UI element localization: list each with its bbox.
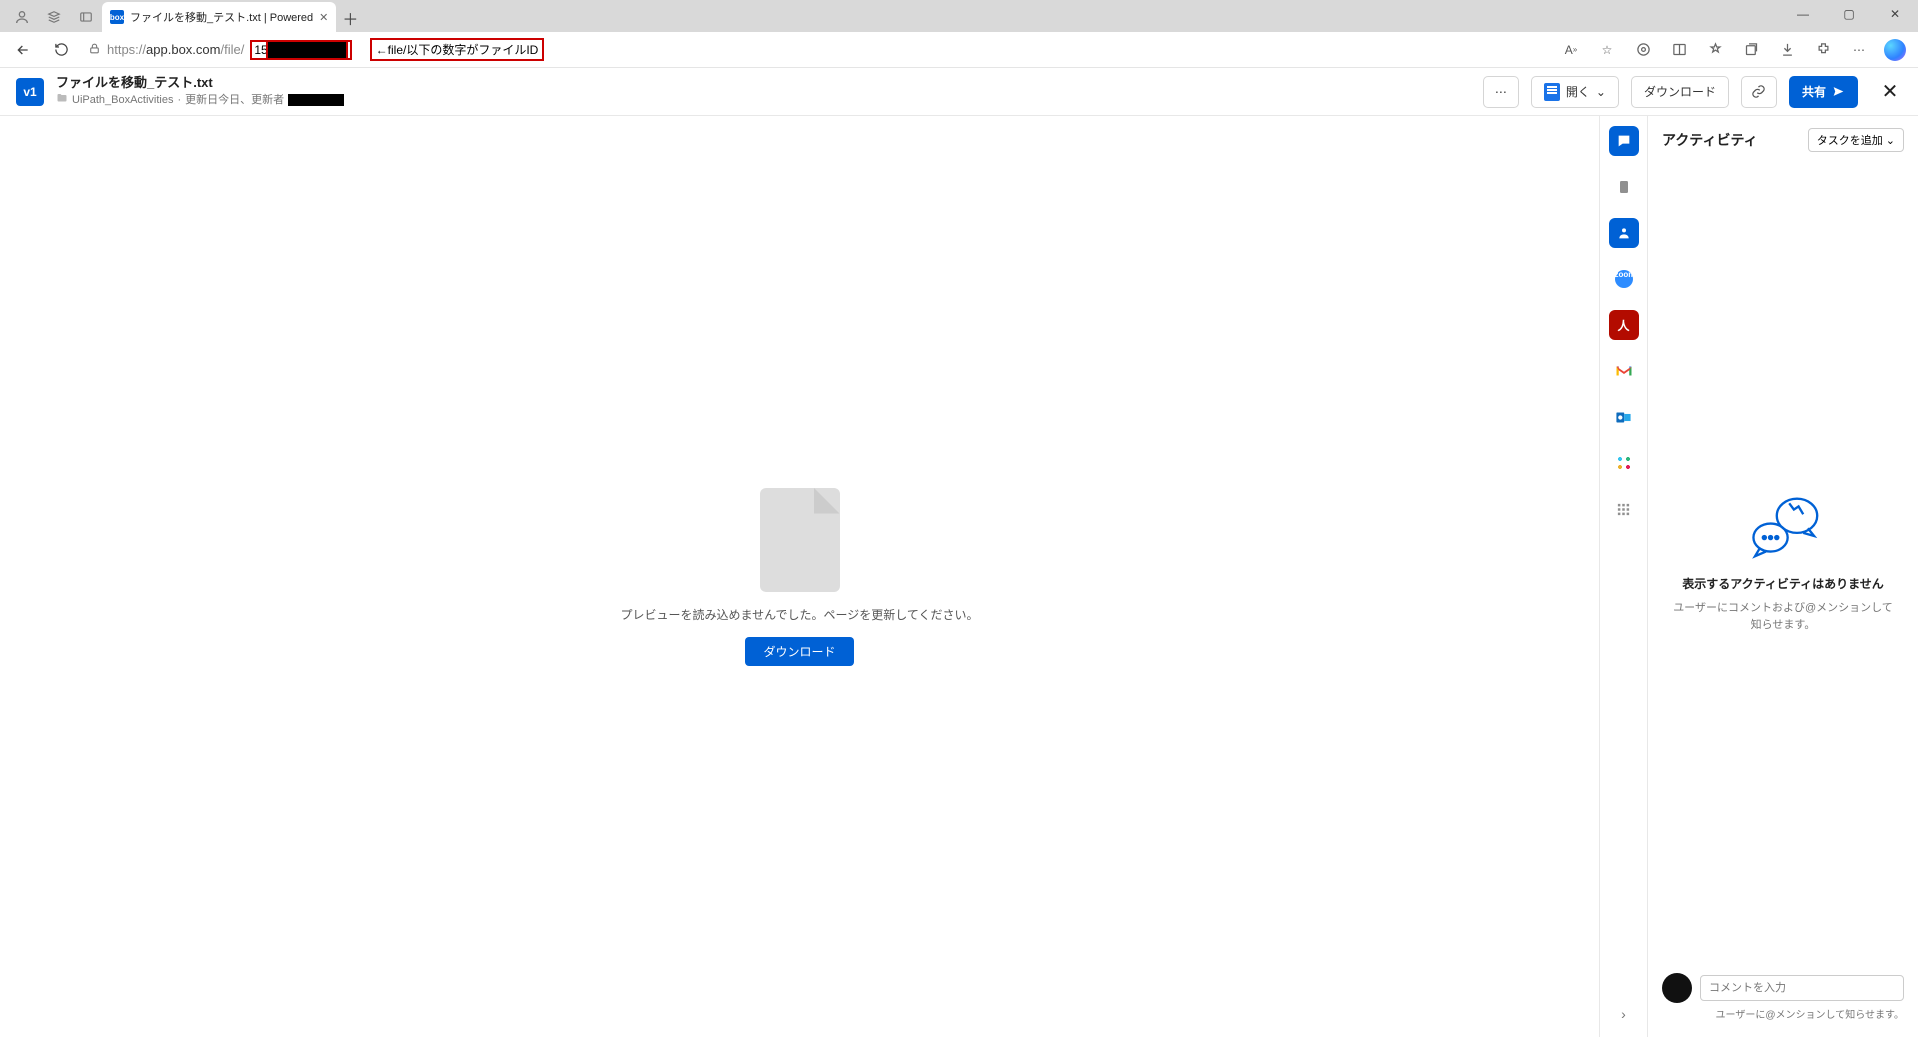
split-screen-icon[interactable] — [1662, 35, 1696, 65]
preview-error-message: プレビューを読み込めませんでした。ページを更新してください。 — [620, 606, 978, 623]
redacted-id-box: 15 — [250, 40, 351, 60]
tab-actions-icon[interactable] — [70, 2, 102, 32]
box-favicon: box — [110, 10, 124, 24]
new-tab-button[interactable]: ＋ — [336, 4, 364, 32]
favorite-icon[interactable]: ☆ — [1590, 35, 1624, 65]
nav-refresh-button[interactable] — [44, 35, 78, 65]
version-badge[interactable]: v1 — [16, 78, 44, 106]
adobe-app-icon[interactable]: 人 — [1609, 310, 1639, 340]
sidebar-rail: zoom 人 › — [1600, 116, 1648, 1037]
open-button[interactable]: 開く ⌄ — [1531, 76, 1619, 108]
link-button[interactable] — [1741, 76, 1777, 108]
preview-panel: プレビューを読み込めませんでした。ページを更新してください。 ダウンロード — [0, 116, 1600, 1037]
file-header: v1 ファイルを移動_テスト.txt UiPath_BoxActivities … — [0, 68, 1918, 116]
extensions-icon[interactable] — [1626, 35, 1660, 65]
activity-panel: アクティビティ タスクを追加 ⌄ 表示するアクティビティはありません ユーザーに… — [1648, 116, 1918, 1037]
redacted-user — [288, 94, 344, 106]
download-button[interactable]: ダウンロード — [1631, 76, 1729, 108]
window-close[interactable]: ✕ — [1872, 0, 1918, 28]
doc-icon — [1544, 83, 1560, 101]
empty-activity-title: 表示するアクティビティはありません — [1682, 575, 1884, 592]
more-icon[interactable]: ⋯ — [1842, 35, 1876, 65]
file-name: ファイルを移動_テスト.txt — [56, 75, 344, 92]
comment-hint: ユーザーに@メンションして知らせます。 — [1662, 1009, 1904, 1023]
downloads-icon[interactable] — [1770, 35, 1804, 65]
collections-icon[interactable] — [1734, 35, 1768, 65]
browser-chrome: ― ▢ ✕ box ファイルを移動_テスト.txt | Powered ✕ ＋ — [0, 0, 1918, 68]
add-task-button[interactable]: タスクを追加 ⌄ — [1808, 128, 1904, 152]
share-button[interactable]: 共有 — [1789, 76, 1858, 108]
avatar — [1662, 973, 1692, 1003]
window-minimize[interactable]: ― — [1780, 0, 1826, 28]
preview-download-button[interactable]: ダウンロード — [745, 637, 853, 666]
empty-activity-subtitle: ユーザーにコメントおよび@メンションして知らせます。 — [1668, 600, 1898, 633]
tab-strip: box ファイルを移動_テスト.txt | Powered ✕ ＋ — [0, 0, 1918, 32]
favorites-bar-icon[interactable] — [1698, 35, 1732, 65]
activity-title: アクティビティ — [1662, 130, 1758, 150]
file-placeholder-icon — [760, 488, 840, 592]
tab-title: ファイルを移動_テスト.txt | Powered — [130, 9, 313, 25]
address-bar-row: https://app.box.com/file/ 15 ←file/以下の数字… — [0, 32, 1918, 68]
chevron-down-icon: ⌄ — [1886, 134, 1895, 147]
zoom-app-icon[interactable]: zoom — [1609, 264, 1639, 294]
outlook-app-icon[interactable] — [1609, 402, 1639, 432]
lock-icon — [88, 42, 101, 58]
gmail-app-icon[interactable] — [1609, 356, 1639, 386]
chevron-down-icon: ⌄ — [1596, 85, 1606, 99]
profile-icon[interactable] — [6, 2, 38, 32]
comment-input[interactable] — [1700, 975, 1904, 1001]
browser-tab[interactable]: box ファイルを移動_テスト.txt | Powered ✕ — [102, 2, 336, 32]
address-bar[interactable]: https://app.box.com/file/ 15 ←file/以下の数字… — [88, 38, 544, 61]
empty-activity-icon — [1743, 494, 1823, 567]
share-icon — [1832, 85, 1845, 98]
activity-tab-icon[interactable] — [1609, 126, 1639, 156]
browser-ext-icon[interactable] — [1806, 35, 1840, 65]
copilot-icon[interactable] — [1878, 35, 1912, 65]
docusign-app-icon[interactable] — [1609, 218, 1639, 248]
nav-back-button[interactable] — [6, 35, 40, 65]
folder-icon — [56, 92, 68, 108]
workspaces-icon[interactable] — [38, 2, 70, 32]
file-meta: UiPath_BoxActivities · 更新日今日、更新者 — [56, 92, 344, 108]
url-text: https://app.box.com/file/ — [107, 42, 244, 57]
details-tab-icon[interactable] — [1609, 172, 1639, 202]
read-aloud-icon[interactable]: A» — [1554, 35, 1588, 65]
expand-rail-icon[interactable]: › — [1609, 999, 1639, 1029]
close-button[interactable]: ✕ — [1878, 79, 1902, 104]
window-maximize[interactable]: ▢ — [1826, 0, 1872, 28]
annotation-label: ←file/以下の数字がファイルID — [370, 38, 545, 61]
tab-close-icon[interactable]: ✕ — [319, 11, 328, 24]
apps-grid-icon[interactable] — [1609, 494, 1639, 524]
slack-app-icon[interactable] — [1609, 448, 1639, 478]
more-options-button[interactable]: ⋯ — [1483, 76, 1519, 108]
